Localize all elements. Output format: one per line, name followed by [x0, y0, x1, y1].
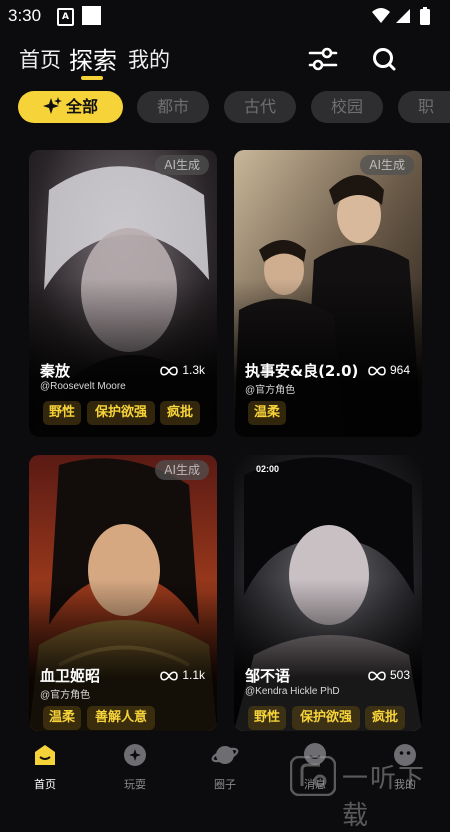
tab-explore[interactable]: 探索: [69, 41, 117, 76]
chat-count: 1.3k: [160, 363, 205, 377]
status-time: 3:30: [8, 6, 42, 25]
chat-count: 503: [368, 668, 410, 682]
tab-home[interactable]: 首页: [19, 44, 61, 74]
category-chips: 全部 都市 古代 校园 职: [18, 91, 450, 125]
site-watermark: 一听下载: [288, 754, 450, 831]
sparkle-icon: [42, 97, 62, 114]
planet-icon: [211, 746, 239, 764]
tag: 温柔: [43, 706, 81, 730]
character-card[interactable]: AI生成 血卫姬昭 @官方角色 1.1k 温柔 善解人意: [29, 455, 217, 731]
app-notification-icon: A: [57, 8, 74, 26]
character-name: 邹不语: [245, 667, 291, 685]
status-icons: [370, 6, 440, 30]
chip-city[interactable]: 都市: [137, 91, 209, 123]
character-name: 秦放: [40, 362, 71, 380]
character-author: @Roosevelt Moore: [40, 381, 126, 392]
infinity-icon: [368, 671, 386, 681]
character-author: @Kendra Hickle PhD: [245, 686, 340, 697]
tag: 善解人意: [87, 706, 155, 730]
chat-count: 1.1k: [160, 668, 205, 682]
embedded-time: 02:00: [256, 464, 280, 474]
filter-button[interactable]: [307, 44, 341, 74]
wifi-signal-battery-icons: [372, 7, 430, 25]
watermark-logo-icon: [290, 756, 336, 796]
character-card[interactable]: 02:00 邹不语 @Kendra Hickle PhD 503 野性 保护欲强…: [234, 455, 422, 731]
tag: 温柔: [248, 401, 286, 425]
tag: 野性: [248, 706, 286, 730]
notification-square-icon: [82, 6, 101, 25]
character-card[interactable]: AI生成 秦放 @Roosevelt Moore 1.3k 野性 保护欲强 疯批: [29, 150, 217, 437]
chat-count: 964: [368, 363, 410, 377]
chip-all-label: 全部: [65, 97, 98, 116]
chat-count-value: 1.1k: [182, 668, 205, 682]
ai-generated-badge: AI生成: [360, 155, 414, 175]
search-button[interactable]: [369, 44, 403, 74]
character-author: @官方角色: [245, 385, 296, 396]
search-icon: [373, 48, 396, 71]
chat-count-value: 1.3k: [182, 363, 205, 377]
tab-mine[interactable]: 我的: [128, 44, 170, 74]
chat-count-value: 964: [389, 363, 410, 377]
chip-ancient[interactable]: 古代: [224, 91, 296, 123]
character-name: 执事安&良(2.0): [245, 362, 359, 380]
tag: 野性: [43, 401, 81, 425]
status-bar: 3:30 A: [0, 0, 450, 32]
filter-sliders-icon: [308, 47, 338, 71]
bottom-tab-label: 玩耍: [124, 778, 146, 791]
chip-workplace[interactable]: 职: [398, 91, 450, 123]
tag: 保护欲强: [87, 401, 155, 425]
ai-generated-badge: AI生成: [155, 155, 209, 175]
chip-all[interactable]: 全部: [18, 91, 123, 123]
ai-generated-badge: AI生成: [155, 460, 209, 480]
bottom-tab-label: 圈子: [214, 778, 236, 791]
character-name: 血卫姬昭: [40, 667, 101, 685]
tag: 保护欲强: [292, 706, 360, 730]
character-author: @官方角色: [40, 690, 91, 701]
infinity-icon: [160, 671, 179, 681]
chip-campus[interactable]: 校园: [311, 91, 383, 123]
home-icon: [35, 745, 55, 765]
active-tab-indicator: [81, 76, 103, 80]
infinity-icon: [160, 366, 179, 376]
play-icon: [124, 744, 146, 766]
infinity-icon: [368, 366, 386, 376]
character-card[interactable]: AI生成 执事安&良(2.0) @官方角色 964 温柔: [234, 150, 422, 437]
tag: 疯批: [160, 401, 200, 425]
watermark-text: 一听下载: [342, 764, 427, 831]
chat-count-value: 503: [389, 668, 410, 682]
bottom-tab-label: 首页: [34, 778, 56, 791]
tag: 疯批: [365, 706, 405, 730]
